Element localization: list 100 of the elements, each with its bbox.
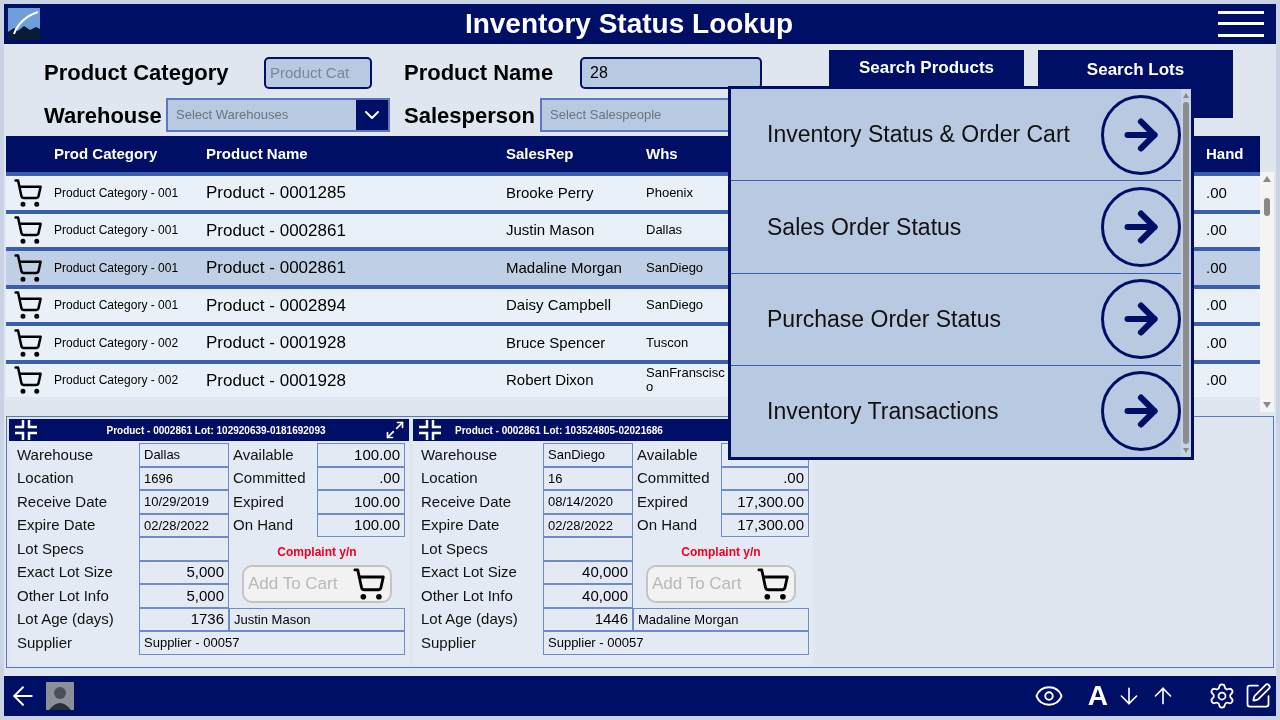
field-label: Expire Date (16, 515, 97, 535)
complaint-label: Complaint y/n (680, 543, 762, 561)
field-label: Exact Lot Size (420, 562, 518, 582)
column-header: Prod Category (53, 143, 159, 164)
column-header: Product Name (205, 143, 309, 164)
table-cell-text: SanFranscisco (645, 366, 726, 395)
logo-icon (8, 8, 40, 40)
move-icon[interactable] (417, 419, 443, 441)
field-value: 1446 (543, 607, 633, 631)
scrollbar[interactable] (1260, 172, 1274, 412)
table-cell-text: Product - 0001928 (205, 369, 347, 392)
table-cell-text: Brooke Perry (505, 182, 595, 203)
cart-icon[interactable] (13, 252, 43, 283)
salesperson-value: Justin Mason (229, 607, 405, 631)
table-cell-text: Product - 0001285 (205, 182, 347, 204)
table-cell-text: Robert Dixon (505, 370, 595, 390)
product-name-field[interactable]: 28 (580, 56, 762, 89)
table-cell-text: Madaline Morgan (505, 257, 623, 278)
field-value: 1736 (139, 607, 229, 631)
quantity-label: Committed (636, 468, 711, 488)
table-cell-text: .00 (1205, 370, 1228, 390)
table-cell-text: Bruce Spencer (505, 332, 607, 353)
field-value: 5,000 (139, 560, 229, 584)
field-label: Warehouse (16, 444, 95, 465)
field-value: Dallas (139, 443, 229, 467)
table-cell-text: Tuscon (645, 335, 690, 350)
field-value: 16 (543, 466, 633, 490)
cart-icon[interactable] (13, 327, 43, 358)
table-cell-text: Product - 0002894 (205, 294, 347, 317)
cart-icon (756, 567, 790, 601)
quantity-label: Expired (636, 491, 689, 512)
column-header: Hand (1205, 143, 1245, 164)
quantity-value: .00 (317, 466, 405, 490)
field-label: Lot Age (days) (420, 609, 519, 629)
table-cell-text: Product Category - 001 (53, 297, 180, 315)
quantity-value: 17,300.00 (721, 490, 809, 514)
quantity-value: 100.00 (317, 490, 405, 514)
quantity-value: .00 (721, 466, 809, 490)
field-value: 5,000 (139, 584, 229, 608)
table-cell-text: Product - 0002861 (205, 219, 347, 242)
table-cell-text: Product Category - 002 (53, 372, 180, 390)
field-label: Warehouse (420, 444, 499, 465)
quantity-value: 17,300.00 (721, 513, 809, 537)
move-icon[interactable] (13, 419, 39, 441)
quantity-label: Available (232, 444, 295, 465)
field-label: Location (16, 468, 75, 488)
field-value: Supplier - 00057 (543, 631, 809, 655)
category-field[interactable]: Product Cat (264, 56, 372, 89)
table-cell-text: Product Category - 001 (53, 259, 180, 277)
field-label: Warehouse (44, 101, 163, 130)
scrollbar[interactable] (1181, 89, 1191, 457)
field-label: Lot Specs (420, 538, 489, 559)
menu-icon[interactable] (1218, 10, 1264, 38)
font-size-button[interactable]: A (1087, 675, 1108, 716)
field-label: Product Name (404, 59, 555, 87)
field-label: Product Category (44, 59, 230, 87)
table-cell-text: SanDiego (645, 260, 705, 275)
quantity-label: Available (636, 444, 699, 465)
quantity-label: Expired (232, 491, 285, 512)
avatar-icon[interactable] (46, 682, 74, 710)
field-label: Lot Age (days) (16, 609, 115, 629)
field-label: Receive Date (420, 491, 513, 512)
search-button[interactable]: Search Products (829, 50, 1024, 86)
quantity-label: On Hand (636, 515, 699, 535)
field-label: Supplier (16, 632, 74, 653)
field-label: Lot Specs (16, 538, 85, 559)
cart-icon[interactable] (13, 215, 43, 246)
app-title: Inventory Status Lookup (463, 7, 795, 41)
cart-icon[interactable] (13, 365, 43, 396)
table-cell-text: Product - 0002861 (205, 257, 347, 279)
field-value: 02/28/2022 (139, 513, 229, 537)
table-cell-text: .00 (1205, 257, 1228, 278)
quantity-value: 100.00 (317, 443, 405, 467)
column-header: Whs (645, 143, 679, 164)
column-header: SalesRep (505, 143, 575, 164)
field-value: 40,000 (543, 584, 633, 608)
field-value: 40,000 (543, 560, 633, 584)
edit-icon[interactable] (1244, 682, 1272, 710)
field-label: Other Lot Info (420, 585, 514, 606)
expand-icon[interactable] (385, 420, 405, 440)
field-label: Exact Lot Size (16, 562, 114, 582)
salesperson-value: Madaline Morgan (633, 607, 809, 631)
cart-icon[interactable] (13, 290, 43, 321)
table-cell-text: Daisy Campbell (505, 295, 613, 315)
lot-title: Product - 0002861 Lot: 102920639-0181692093 (105, 423, 327, 438)
table-cell-text: Product Category - 001 (53, 184, 180, 202)
field-label: Receive Date (16, 491, 109, 512)
field-value: 08/14/2020 (543, 490, 633, 514)
field-value: 1696 (139, 466, 229, 490)
table-cell-text: .00 (1205, 182, 1228, 203)
field-label: Salesperson (404, 101, 536, 130)
table-cell-text: .00 (1205, 332, 1228, 353)
cart-icon (352, 567, 386, 601)
settings-icon[interactable] (1208, 682, 1236, 710)
field-value: SanDiego (543, 443, 633, 467)
lot-title: Product - 0002861 Lot: 103524805-02021686 (454, 423, 664, 438)
cart-icon[interactable] (13, 177, 43, 208)
quantity-label: Committed (232, 468, 307, 488)
table-cell-text: Product Category - 001 (53, 222, 180, 240)
quantity-label: On Hand (232, 515, 295, 535)
